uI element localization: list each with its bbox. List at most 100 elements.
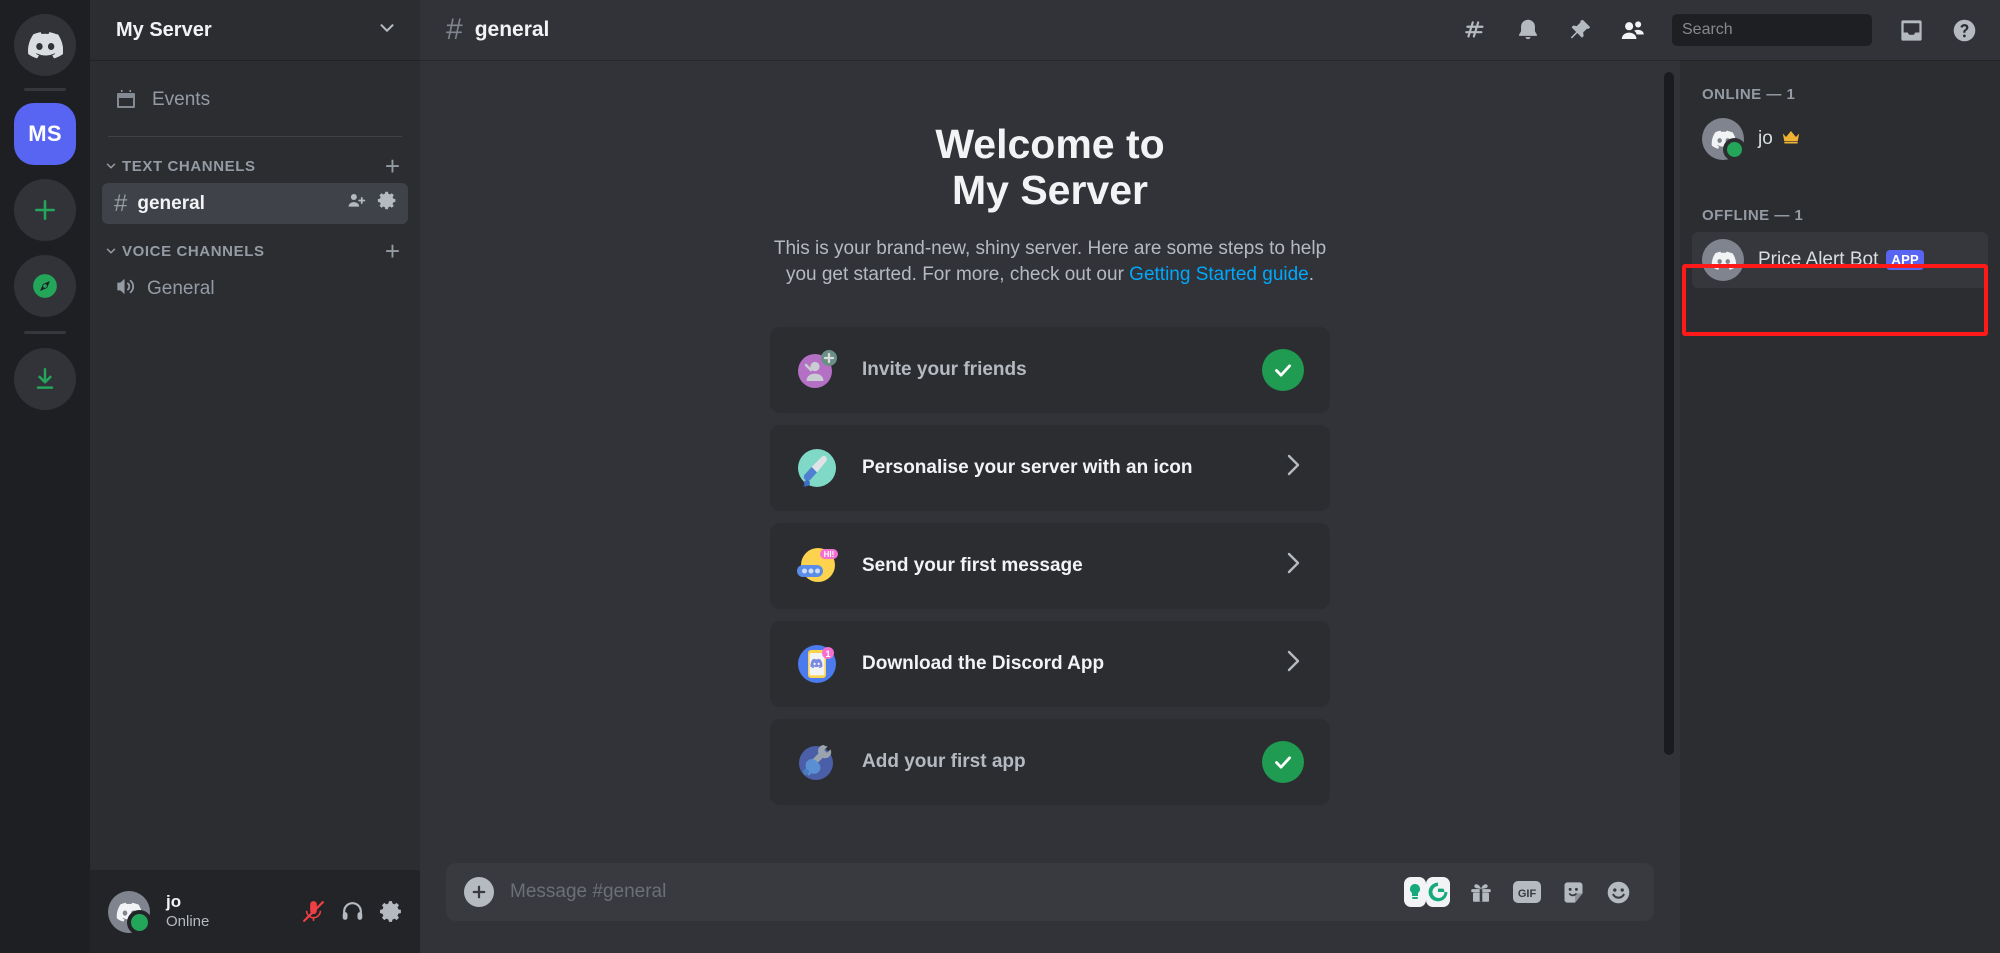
discord-app-window: MS My Server <box>0 0 2000 953</box>
help-icon[interactable] <box>1951 17 1978 44</box>
onboarding-card-add-first-app[interactable]: Add your first app <box>770 719 1330 805</box>
server-name-label: My Server <box>116 19 212 42</box>
server-initials: MS <box>28 121 62 147</box>
member-row-price-alert-bot[interactable]: Price Alert Bot APP <box>1692 232 1988 288</box>
members-icon[interactable] <box>1619 17 1646 44</box>
add-server-button[interactable] <box>14 179 76 241</box>
gif-icon[interactable]: GIF <box>1512 879 1542 905</box>
search-box[interactable] <box>1672 14 1872 46</box>
calendar-icon <box>114 88 138 112</box>
onboarding-card-label: Add your first app <box>862 751 1240 773</box>
svg-text:GIF: GIF <box>1518 888 1537 900</box>
status-dot-online <box>127 910 152 935</box>
mute-microphone-icon[interactable] <box>301 899 326 924</box>
notification-bell-icon[interactable] <box>1515 17 1541 43</box>
emoji-icon[interactable] <box>1605 879 1632 906</box>
onboarding-card-list: Invite your friends <box>770 327 1330 805</box>
rail-divider-bottom <box>24 331 66 334</box>
user-status-label: Online <box>166 913 291 931</box>
create-text-channel-button[interactable]: + <box>385 153 400 179</box>
user-panel: jo Online <box>90 870 420 953</box>
onboarding-card-send-first-message[interactable]: HI! Send your first message <box>770 523 1330 609</box>
avatar[interactable] <box>108 891 150 933</box>
member-list: ONLINE — 1 jo <box>1680 60 2000 953</box>
download-apps-button[interactable] <box>14 348 76 410</box>
welcome-title-line2: My Server <box>935 168 1164 214</box>
chevron-right-icon <box>1284 550 1304 582</box>
welcome-subtitle-period: . <box>1309 264 1314 285</box>
chevron-down-icon <box>104 244 118 258</box>
welcome-block: Welcome to My Server This is your brand-… <box>420 60 1680 805</box>
server-rail: MS <box>0 0 90 953</box>
create-invite-icon[interactable] <box>346 190 367 217</box>
app-badge: APP <box>1886 250 1924 270</box>
sidebar-channel-general[interactable]: # general <box>102 183 408 224</box>
category-label: TEXT CHANNELS <box>122 158 256 175</box>
pin-icon[interactable] <box>1567 17 1593 43</box>
onboarding-card-personalise-server[interactable]: Personalise your server with an icon <box>770 425 1330 511</box>
download-icon <box>32 366 58 392</box>
chat-bubble-icon: HI! <box>794 543 840 589</box>
server-header-dropdown[interactable]: My Server <box>90 0 420 60</box>
member-row-jo[interactable]: jo <box>1692 111 1988 167</box>
welcome-subtitle: This is your brand-new, shiny server. He… <box>770 236 1330 289</box>
avatar <box>1702 118 1744 160</box>
main-content: # general <box>420 0 2000 953</box>
onboarding-card-label: Send your first message <box>862 555 1262 577</box>
discover-servers-button[interactable] <box>14 255 76 317</box>
onboarding-card-label: Invite your friends <box>862 359 1240 381</box>
deafen-headphones-icon[interactable] <box>340 899 365 924</box>
events-button[interactable]: Events <box>104 80 408 120</box>
paintbrush-icon <box>794 445 840 491</box>
grammarly-icon[interactable] <box>1404 877 1450 907</box>
channel-name-label: general <box>137 193 336 215</box>
category-text-channels[interactable]: TEXT CHANNELS + <box>90 151 420 181</box>
welcome-title-line1: Welcome to <box>935 122 1164 168</box>
sidebar-divider <box>108 136 402 137</box>
user-meta[interactable]: jo Online <box>160 892 291 930</box>
category-voice-channels[interactable]: VOICE CHANNELS + <box>90 236 420 266</box>
composer-input-wrapper[interactable]: GIF <box>446 863 1654 921</box>
onboarding-card-download-app[interactable]: 1 Download the Discord App <box>770 621 1330 707</box>
message-input[interactable] <box>510 865 1388 919</box>
home-button[interactable] <box>14 14 76 76</box>
gift-icon[interactable] <box>1468 879 1494 905</box>
user-settings-gear-icon[interactable] <box>379 899 404 924</box>
upload-attachment-plus-icon[interactable] <box>464 877 494 907</box>
sticker-icon[interactable] <box>1560 879 1587 906</box>
plus-icon <box>32 197 58 223</box>
compass-icon <box>30 271 60 301</box>
username-label: jo <box>166 892 291 912</box>
page-title: general <box>475 18 550 42</box>
inbox-icon[interactable] <box>1898 17 1925 44</box>
status-dot-online <box>1723 138 1746 161</box>
getting-started-guide-link[interactable]: Getting Started guide <box>1129 264 1309 285</box>
chevron-down-icon <box>104 159 118 173</box>
sidebar-channel-general-voice[interactable]: General <box>102 268 408 310</box>
onboarding-card-label: Personalise your server with an icon <box>862 457 1262 479</box>
channel-topbar: # general <box>420 0 2000 60</box>
member-name-label: Price Alert Bot <box>1758 249 1878 271</box>
onboarding-card-invite-friends[interactable]: Invite your friends <box>770 327 1330 413</box>
create-voice-channel-button[interactable]: + <box>385 238 400 264</box>
rail-divider <box>24 88 66 91</box>
svg-text:1: 1 <box>825 649 830 659</box>
completed-check-icon <box>1262 741 1304 783</box>
discord-logo-icon <box>27 31 63 59</box>
threads-icon[interactable] <box>1463 17 1489 43</box>
content-wrapper: Welcome to My Server This is your brand-… <box>420 60 2000 953</box>
speaker-icon <box>114 275 137 303</box>
message-scrollbar[interactable] <box>1664 72 1674 755</box>
svg-text:HI!: HI! <box>824 550 835 559</box>
channel-name-label: General <box>147 278 398 300</box>
server-icon-my-server[interactable]: MS <box>14 103 76 165</box>
edit-channel-gear-icon[interactable] <box>377 190 398 217</box>
chevron-right-icon <box>1284 452 1304 484</box>
hash-icon: # <box>114 192 127 216</box>
category-label: VOICE CHANNELS <box>122 243 265 260</box>
mobile-phone-icon: 1 <box>794 641 840 687</box>
avatar <box>1702 239 1744 281</box>
chevron-right-icon <box>1284 648 1304 680</box>
search-input[interactable] <box>1682 21 1889 39</box>
completed-check-icon <box>1262 349 1304 391</box>
